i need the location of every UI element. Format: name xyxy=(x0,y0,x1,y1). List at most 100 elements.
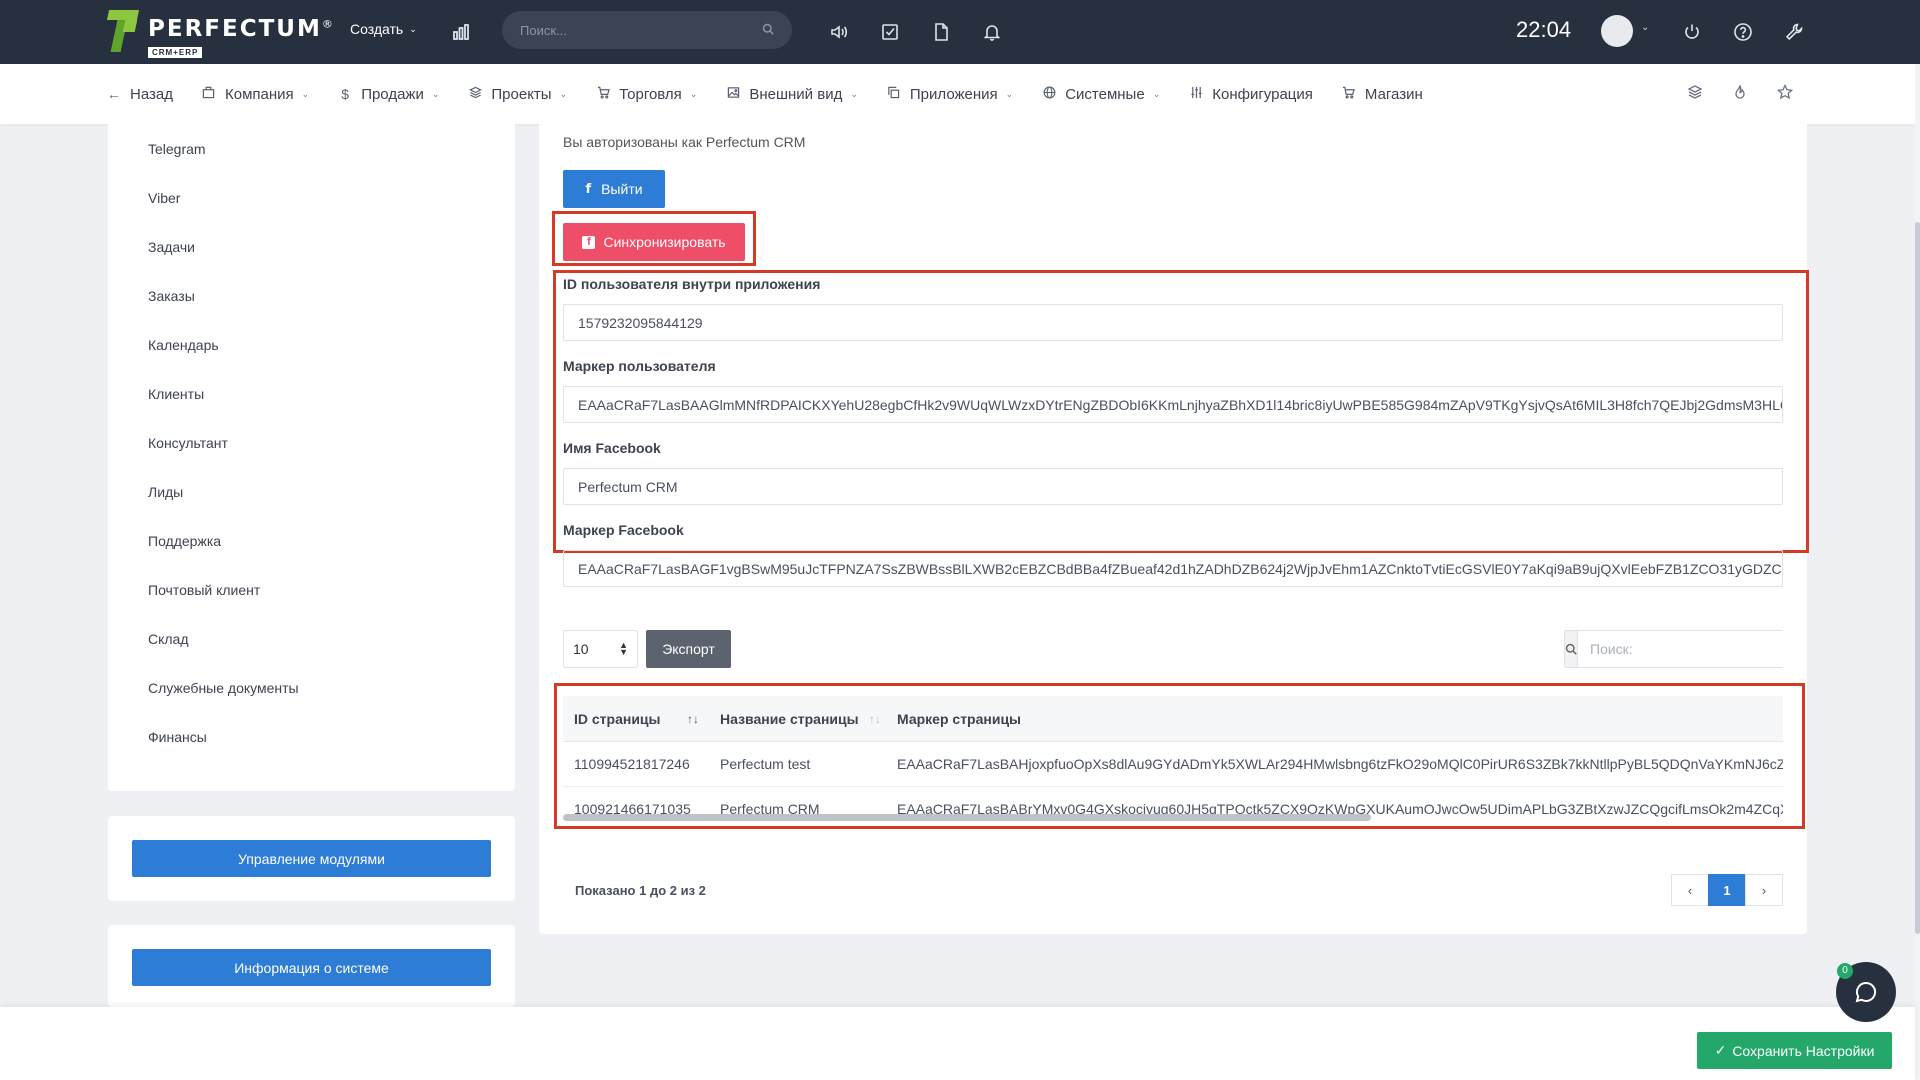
menu-item-label: Назад xyxy=(130,85,173,103)
help-icon[interactable] xyxy=(1731,20,1755,44)
sync-button[interactable]: f Синхронизировать xyxy=(563,223,745,261)
menu-item-configuration[interactable]: Конфигурация xyxy=(1188,86,1313,103)
facebook-name-label: Имя Facebook xyxy=(563,440,661,456)
chevron-down-icon: ⌄ xyxy=(431,88,440,99)
auth-status-text: Вы авторизованы как Perfectum CRM xyxy=(563,134,806,150)
brand-name: PERFECTUM® xyxy=(148,16,333,42)
chevron-down-icon: ⌄ xyxy=(850,88,858,99)
wrench-icon[interactable] xyxy=(1782,20,1806,44)
checkbox-icon[interactable] xyxy=(878,20,902,44)
table-row: 110994521817246 Perfectum test EAAaCRaF7… xyxy=(563,742,1783,787)
sidebar-item-telegram[interactable]: Telegram xyxy=(148,141,206,157)
menu-item-label: Внешний вид xyxy=(749,85,843,103)
sidebar-item-clients[interactable]: Клиенты xyxy=(148,386,204,402)
global-search-input[interactable] xyxy=(520,22,762,38)
menu-item-system[interactable]: Системные ⌄ xyxy=(1041,86,1160,103)
bell-icon[interactable] xyxy=(980,20,1004,44)
menu-item-projects[interactable]: Проекты ⌄ xyxy=(467,86,567,103)
search-icon[interactable] xyxy=(762,23,774,38)
column-header-page-token[interactable]: Маркер страницы xyxy=(897,711,1021,727)
app-user-id-field[interactable]: 1579232095844129 xyxy=(563,304,1783,341)
menu-item-label: Приложения xyxy=(909,85,998,103)
table-search[interactable] xyxy=(1564,630,1783,668)
facebook-logout-button[interactable]: f Выйти xyxy=(563,170,665,208)
brand-logo[interactable]: PERFECTUM® CRM+ERP xyxy=(106,8,333,60)
top-navbar: PERFECTUM® CRM+ERP Создать ⌄ 22:04 ⌄ xyxy=(0,0,1920,64)
menu-item-trade[interactable]: Торговля ⌄ xyxy=(595,86,697,103)
modules-card: Управление модулями xyxy=(108,816,515,901)
logout-label: Выйти xyxy=(601,181,643,197)
global-search[interactable] xyxy=(502,11,792,49)
page-length-value: 10 xyxy=(573,641,589,657)
cell-page-token: EAAaCRaF7LasBAHjoxpfuoOpXs8dlAu9GYdADmYk… xyxy=(897,756,1783,772)
menu-item-back[interactable]: ← Назад xyxy=(106,86,173,103)
menu-item-label: Системные xyxy=(1065,85,1145,103)
menu-item-applications[interactable]: Приложения ⌄ xyxy=(886,86,1013,103)
system-info-button[interactable]: Информация о системе xyxy=(132,949,491,986)
create-dropdown[interactable]: Создать ⌄ xyxy=(350,21,417,37)
sort-icon[interactable]: ↑↓ xyxy=(869,712,881,726)
sort-desc-icon[interactable]: ↑↓ xyxy=(687,712,699,726)
export-button[interactable]: Экспорт xyxy=(646,630,731,668)
table-horizontal-scrollbar[interactable] xyxy=(563,814,1371,821)
sidebar-item-support[interactable]: Поддержка xyxy=(148,533,221,549)
brand-subtitle: CRM+ERP xyxy=(148,47,203,58)
select-arrows-icon: ▲ ▼ xyxy=(619,640,628,657)
pagination-prev[interactable]: ‹ xyxy=(1671,874,1709,906)
cart-icon xyxy=(1341,86,1357,102)
facebook-icon: f xyxy=(585,181,592,197)
menu-item-label: Конфигурация xyxy=(1212,85,1313,103)
star-icon[interactable] xyxy=(1775,83,1795,104)
clock: 22:04 xyxy=(1516,17,1572,42)
sidebar-item-orders[interactable]: Заказы xyxy=(148,288,195,304)
user-token-field[interactable]: EAAaCRaF7LasBAAGlmMNfRDPAICKXYehU28egbCf… xyxy=(563,386,1783,423)
column-header-page-name[interactable]: Название страницы xyxy=(720,711,859,727)
chevron-down-icon: ⌄ xyxy=(1005,88,1014,99)
layers-icon xyxy=(467,86,483,102)
column-header-page-id[interactable]: ID страницы xyxy=(574,711,661,727)
layers-icon[interactable] xyxy=(1685,84,1705,104)
page-scrollbar[interactable] xyxy=(1915,64,1920,1080)
fire-icon[interactable] xyxy=(1730,84,1750,104)
sidebar-item-warehouse[interactable]: Склад xyxy=(148,631,189,647)
chat-unread-badge: 0 xyxy=(1837,963,1853,979)
save-settings-button[interactable]: ✓ Сохранить Настройки xyxy=(1697,1032,1892,1069)
sidebar-item-calendar[interactable]: Календарь xyxy=(148,337,219,353)
sidebar-item-finance[interactable]: Финансы xyxy=(148,729,207,745)
chevron-down-icon[interactable]: ⌄ xyxy=(1641,22,1649,33)
sidebar-item-leads[interactable]: Лиды xyxy=(148,484,183,500)
settings-sidebar: Telegram Viber Задачи Заказы Календарь К… xyxy=(108,124,515,791)
menu-item-label: Продажи xyxy=(361,85,424,103)
pagination-page-1[interactable]: 1 xyxy=(1708,874,1746,906)
sidebar-item-consultant[interactable]: Консультант xyxy=(148,435,228,451)
pagination-next[interactable]: › xyxy=(1745,874,1783,906)
document-icon[interactable] xyxy=(929,20,953,44)
menu-item-store[interactable]: Магазин xyxy=(1341,86,1423,103)
logo-mark-icon xyxy=(106,8,140,54)
menu-item-sales[interactable]: $ Продажи ⌄ xyxy=(337,86,439,103)
main-menu: ← Назад Компания ⌄ $ Продажи ⌄ Проекты ⌄… xyxy=(0,64,1915,124)
power-icon[interactable] xyxy=(1680,20,1704,44)
facebook-token-label: Маркер Facebook xyxy=(563,522,684,538)
pagination: ‹ 1 › xyxy=(1671,874,1783,906)
facebook-token-field[interactable]: EAAaCRaF7LasBAGF1vgBSwM95uJcTFPNZA7SsZBW… xyxy=(563,550,1783,587)
save-bar xyxy=(0,1007,1915,1080)
sidebar-item-mail-client[interactable]: Почтовый клиент xyxy=(148,582,260,598)
avatar[interactable] xyxy=(1601,15,1633,47)
menu-item-appearance[interactable]: Внешний вид ⌄ xyxy=(725,86,858,103)
chat-bubble-icon xyxy=(1855,981,1877,1003)
menu-item-company[interactable]: Компания ⌄ xyxy=(201,86,309,103)
speaker-icon[interactable] xyxy=(827,20,851,44)
cell-page-id: 110994521817246 xyxy=(574,756,690,772)
sidebar-item-service-documents[interactable]: Служебные документы xyxy=(148,680,299,696)
sliders-icon xyxy=(1188,86,1204,102)
table-header: ID страницы ↑↓ Название страницы ↑↓ Марк… xyxy=(563,696,1783,742)
facebook-name-field[interactable]: Perfectum CRM xyxy=(563,468,1783,505)
chevron-down-icon: ⌄ xyxy=(689,88,698,99)
page-length-select[interactable]: 10 ▲ ▼ xyxy=(563,630,638,668)
table-search-input[interactable] xyxy=(1578,631,1783,667)
sidebar-item-viber[interactable]: Viber xyxy=(148,190,180,206)
bar-chart-icon[interactable] xyxy=(449,20,473,44)
sidebar-item-tasks[interactable]: Задачи xyxy=(148,239,195,255)
manage-modules-button[interactable]: Управление модулями xyxy=(132,840,491,877)
